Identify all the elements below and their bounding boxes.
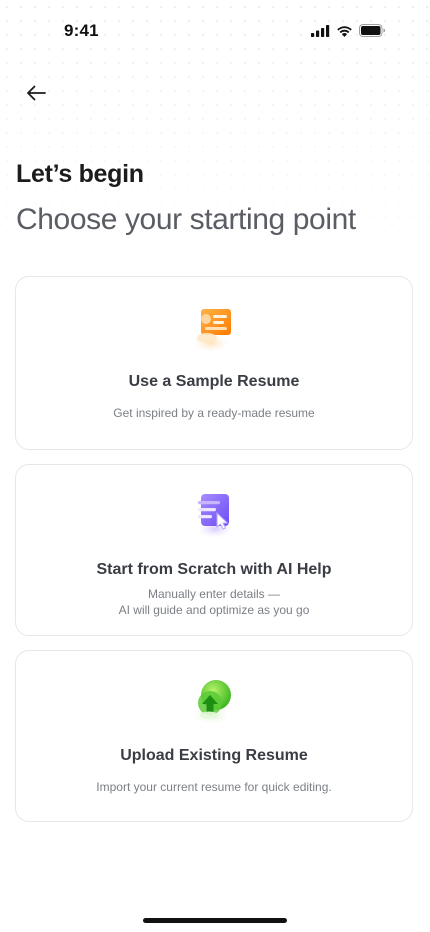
option-description-line: Get inspired by a ready-made resume [113, 406, 315, 420]
battery-icon [359, 24, 386, 37]
status-icons [311, 24, 386, 37]
status-time: 9:41 [64, 21, 99, 40]
home-indicator [143, 918, 287, 923]
screen: 9:41 Let’s begin Choose your starting po… [0, 0, 430, 932]
cellular-signal-icon [311, 24, 330, 37]
status-bar: 9:41 [0, 0, 430, 60]
sample-resume-icon [187, 303, 241, 357]
arrow-left-icon [25, 84, 47, 107]
page-title: Let’s begin [16, 160, 144, 188]
option-card-upload-resume[interactable]: Upload Existing Resume Import your curre… [15, 650, 413, 822]
option-card-ai-scratch[interactable]: Start from Scratch with AI Help Manually… [15, 464, 413, 636]
option-description: Get inspired by a ready-made resume [16, 405, 412, 421]
option-description-line: AI will guide and optimize as you go [118, 603, 310, 617]
page-subtitle: Choose your starting point [16, 203, 356, 236]
ai-scratch-icon [187, 489, 241, 543]
option-title: Start from Scratch with AI Help [96, 561, 332, 578]
option-description: Manually enter details — AI will guide a… [16, 586, 412, 618]
option-description: Import your current resume for quick edi… [16, 779, 412, 795]
back-button[interactable] [20, 80, 52, 110]
upload-resume-icon [187, 675, 241, 729]
option-description-line: Import your current resume for quick edi… [96, 780, 332, 794]
option-title: Upload Existing Resume [120, 747, 308, 764]
wifi-icon [336, 25, 353, 37]
option-description-line: Manually enter details — [147, 587, 281, 601]
option-title: Use a Sample Resume [128, 373, 300, 390]
option-card-sample-resume[interactable]: Use a Sample Resume Get inspired by a re… [15, 276, 413, 450]
